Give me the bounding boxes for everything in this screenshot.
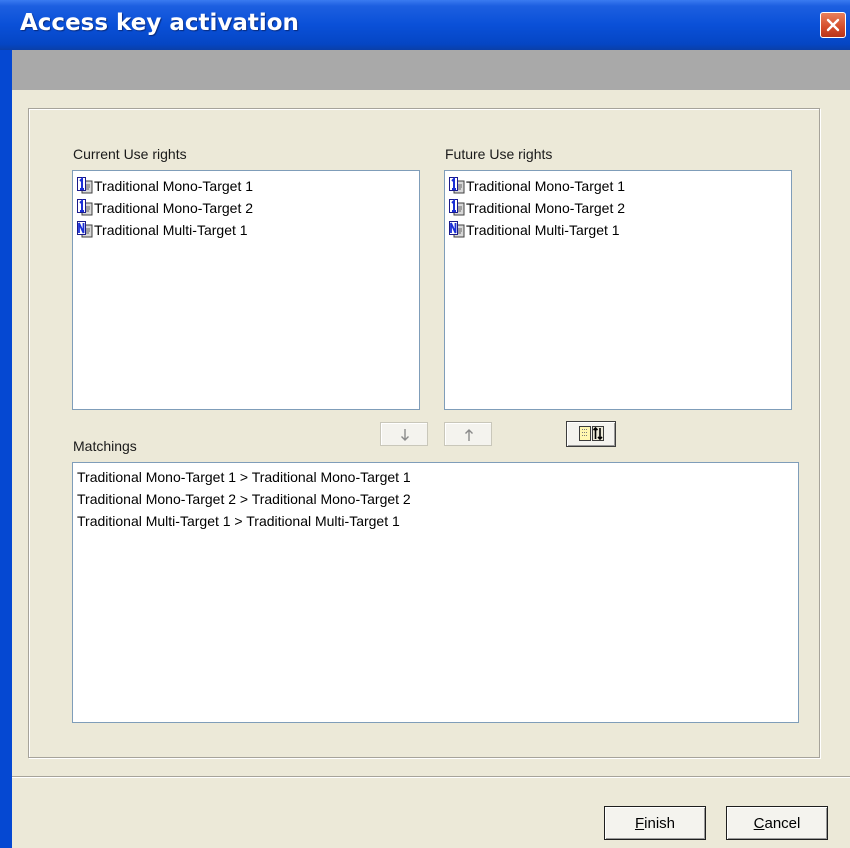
- move-up-button[interactable]: [444, 422, 492, 446]
- list-item[interactable]: Traditional Mono-Target 2: [77, 197, 253, 219]
- arrow-down-icon: [401, 429, 409, 441]
- cancel-mnemonic: C: [753, 814, 765, 832]
- list-item-label: Traditional Mono-Target 2: [466, 200, 626, 216]
- auto-match-button[interactable]: [566, 421, 616, 447]
- list-item[interactable]: Traditional Multi-Target 1: [77, 219, 248, 241]
- mono-target-icon: [449, 177, 465, 194]
- future-use-list[interactable]: Traditional Mono-Target 1 Traditional Mo…: [444, 170, 792, 410]
- arrow-up-icon: [465, 429, 473, 441]
- match-swap-icon: [579, 426, 604, 441]
- dialog-window: Access key activation Current Use rights…: [0, 0, 850, 848]
- list-item[interactable]: Traditional Mono-Target 2: [449, 197, 625, 219]
- list-item-label: Traditional Mono-Target 1: [94, 178, 254, 194]
- list-item[interactable]: Traditional Multi-Target 1: [449, 219, 620, 241]
- list-item-label: Traditional Multi-Target 1: [94, 222, 248, 238]
- finish-label: inish: [644, 814, 676, 832]
- list-item-label: Traditional Mono-Target 2: [94, 200, 254, 216]
- current-use-list[interactable]: Traditional Mono-Target 1 Traditional Mo…: [72, 170, 420, 410]
- mono-target-icon: [449, 199, 465, 216]
- cancel-label: ancel: [764, 814, 801, 832]
- multi-target-icon: [449, 221, 465, 238]
- footer-divider: [12, 776, 850, 778]
- window-left-border: [0, 50, 12, 848]
- title-bar[interactable]: Access key activation: [0, 0, 850, 50]
- matchings-label: Matchings: [73, 438, 137, 454]
- future-use-label: Future Use rights: [445, 146, 553, 162]
- list-item[interactable]: Traditional Mono-Target 1: [77, 175, 253, 197]
- cancel-button[interactable]: Cancel: [726, 806, 828, 840]
- finish-mnemonic: F: [634, 814, 645, 832]
- close-button[interactable]: [820, 12, 846, 38]
- list-item-label: Traditional Multi-Target 1: [466, 222, 620, 238]
- list-item[interactable]: Traditional Mono-Target 2 > Traditional …: [77, 491, 411, 507]
- multi-target-icon: [77, 221, 93, 238]
- finish-button[interactable]: Finish: [604, 806, 706, 840]
- header-band: [12, 50, 850, 90]
- mono-target-icon: [77, 177, 93, 194]
- list-item-label: Traditional Mono-Target 1: [466, 178, 626, 194]
- list-item[interactable]: Traditional Mono-Target 1: [449, 175, 625, 197]
- mono-target-icon: [77, 199, 93, 216]
- matchings-list[interactable]: Traditional Mono-Target 1 > Traditional …: [72, 462, 799, 723]
- window-title: Access key activation: [20, 10, 299, 36]
- move-down-button[interactable]: [380, 422, 428, 446]
- close-x-icon: [826, 18, 840, 32]
- current-use-label: Current Use rights: [73, 146, 187, 162]
- list-item[interactable]: Traditional Multi-Target 1 > Traditional…: [77, 513, 400, 529]
- list-item[interactable]: Traditional Mono-Target 1 > Traditional …: [77, 469, 411, 485]
